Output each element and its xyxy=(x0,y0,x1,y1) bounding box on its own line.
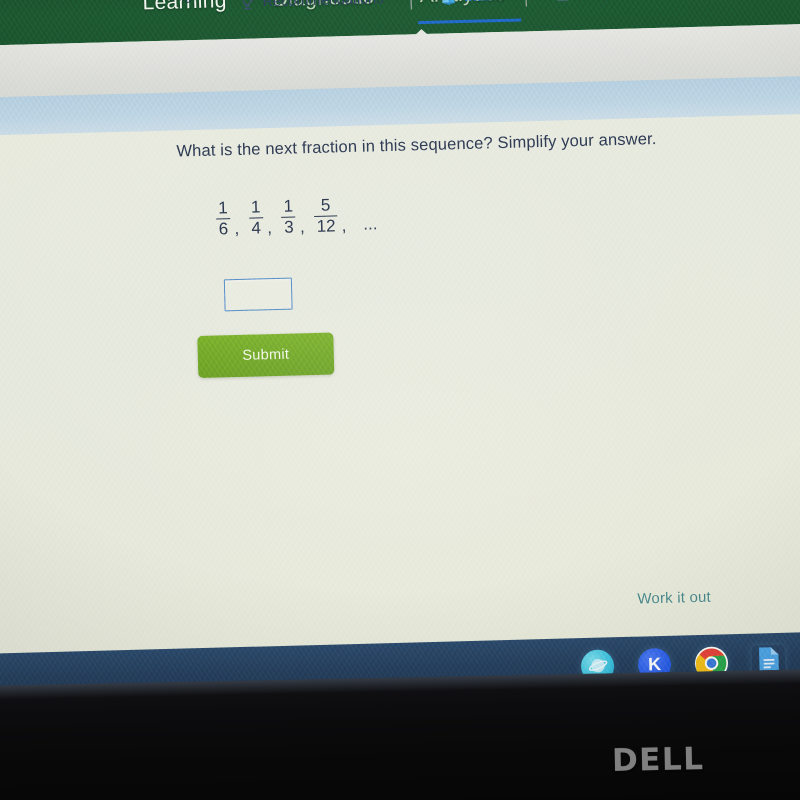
laptop-bezel xyxy=(0,668,800,800)
book-icon xyxy=(554,0,571,3)
fraction-term-3: 1 3 xyxy=(281,196,296,238)
work-it-out-link[interactable]: Work it out xyxy=(637,589,711,608)
fraction-term-1: 1 6 xyxy=(216,198,231,239)
answer-input[interactable] xyxy=(223,277,293,312)
tab-math[interactable]: Math xyxy=(411,0,527,24)
sequence-separator: , xyxy=(266,218,273,238)
breadcrumb-separator-icon: > xyxy=(238,0,246,2)
sequence-separator: , xyxy=(299,217,305,237)
math-pyramid-icon xyxy=(439,0,457,7)
submit-button[interactable]: Submit xyxy=(197,332,335,379)
fraction-sequence: 1 6 , 1 4 , 1 3 , 5 12 , ... xyxy=(215,195,378,239)
fraction-denominator: 4 xyxy=(251,218,262,238)
active-nav-caret-icon xyxy=(410,28,433,40)
tab-math-label: Math xyxy=(464,0,498,5)
chromebook-screen: Learning Diagnostic Analytics Recommenda… xyxy=(0,0,800,710)
sequence-separator: , xyxy=(341,216,347,236)
fraction-denominator: 12 xyxy=(316,216,336,237)
dell-logo: DELL xyxy=(611,741,705,779)
fraction-numerator: 1 xyxy=(217,198,228,218)
fraction-denominator: 3 xyxy=(283,217,294,238)
fraction-term-2: 1 4 xyxy=(248,197,263,238)
tab-language-arts-label: Language arts xyxy=(578,0,671,2)
fraction-numerator: 5 xyxy=(320,195,331,215)
fraction-numerator: 1 xyxy=(283,196,294,216)
fraction-numerator: 1 xyxy=(250,197,261,217)
sequence-ellipsis: ... xyxy=(363,214,378,234)
tab-recommendations-label: Recommendations xyxy=(262,0,384,11)
practice-question-area: What is the next fraction in this sequen… xyxy=(0,112,800,710)
fraction-term-4: 5 12 xyxy=(314,196,338,236)
fraction-denominator: 6 xyxy=(218,219,229,239)
photo-of-laptop-screen: Learning Diagnostic Analytics Recommenda… xyxy=(0,0,800,800)
sequence-separator: , xyxy=(234,218,240,238)
question-prompt: What is the next fraction in this sequen… xyxy=(176,129,657,161)
